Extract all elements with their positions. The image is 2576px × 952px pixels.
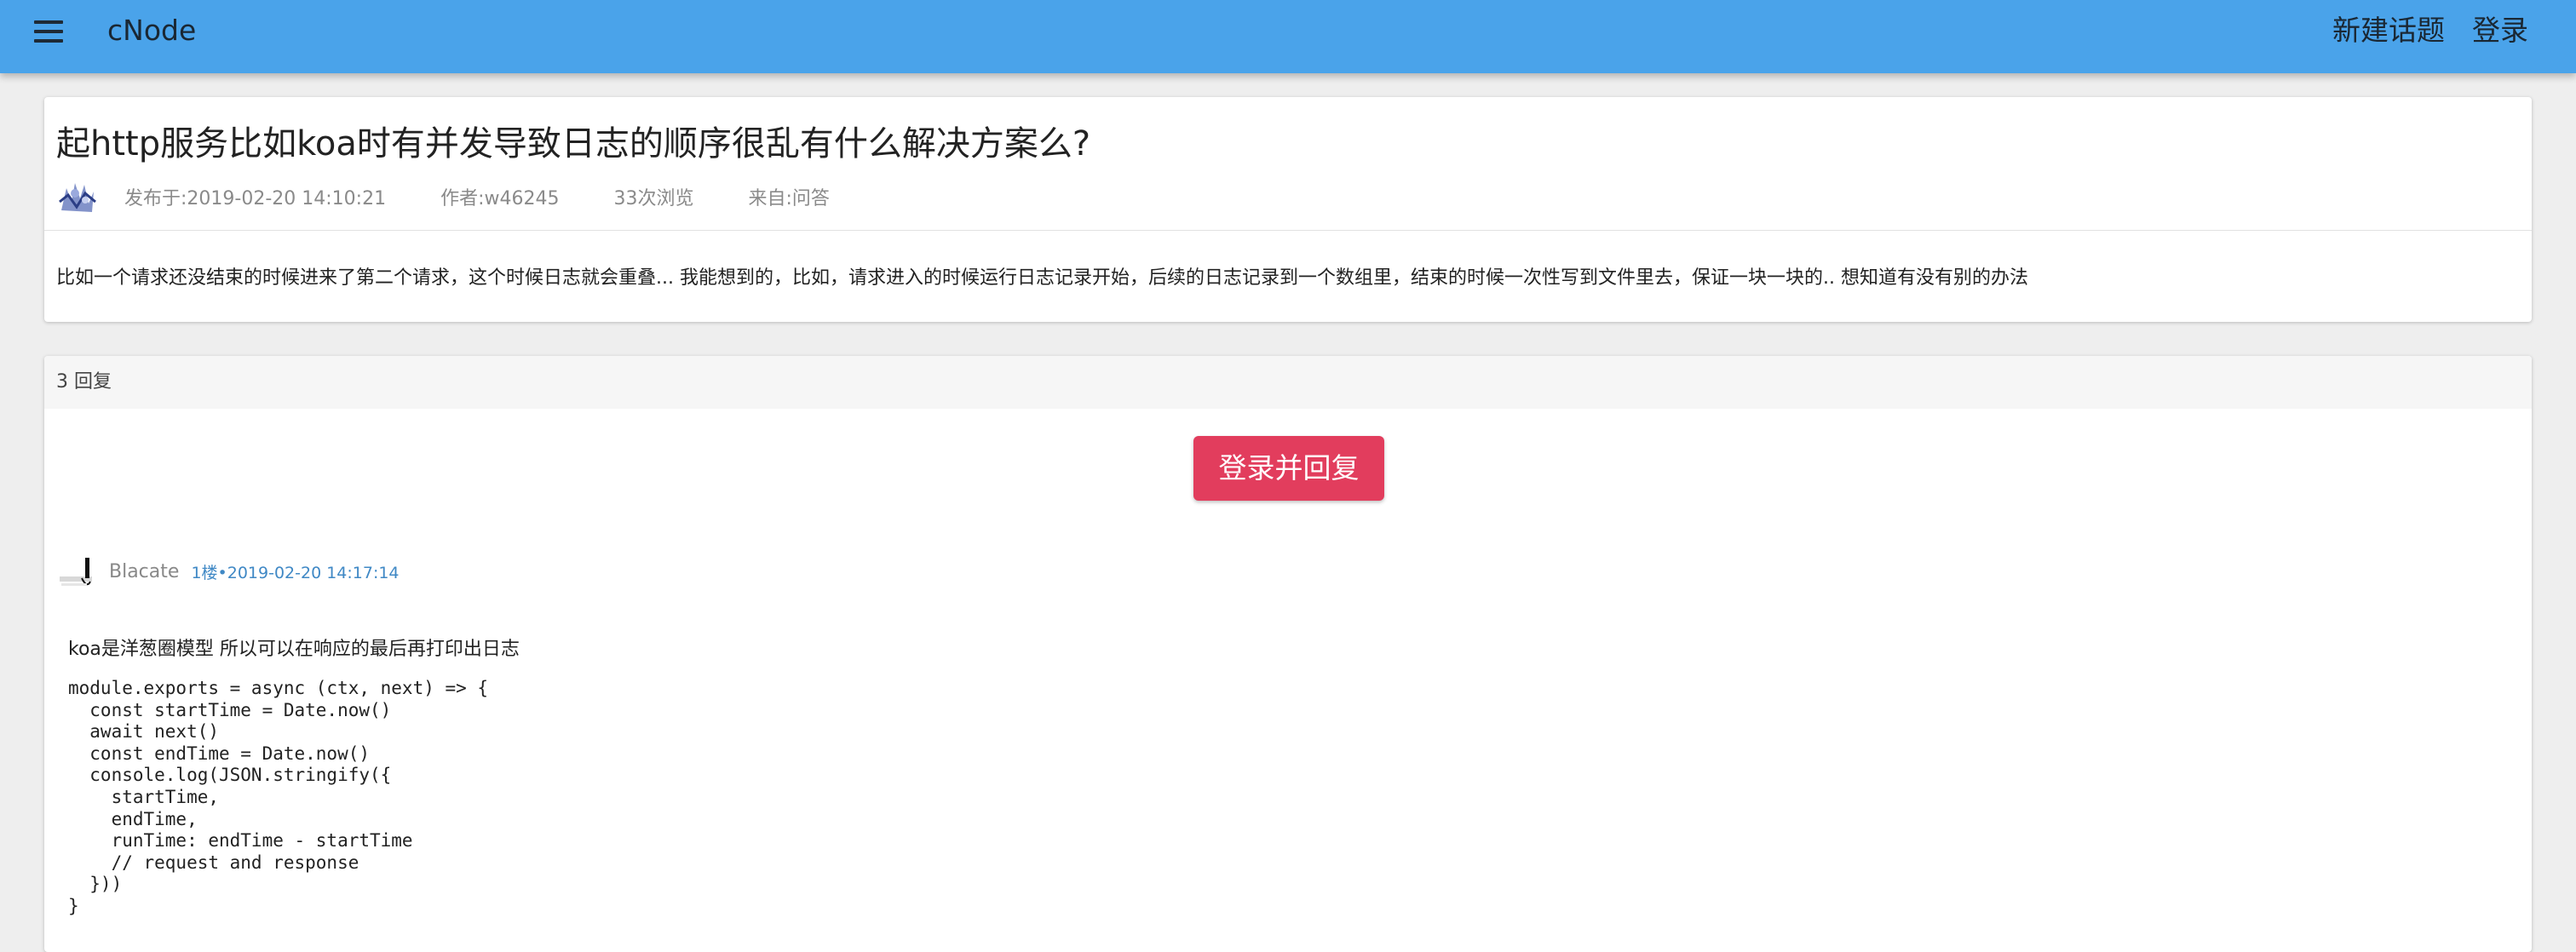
reply-header: Blacate 1楼•2019-02-20 14:17:14 <box>56 550 2510 593</box>
login-button[interactable]: 登录 <box>2472 10 2528 51</box>
topic-source: 来自:问答 <box>748 188 830 209</box>
topic-title: 起http服务比如koa时有并发导致日志的顺序很乱有什么解决方案么? <box>56 124 1091 163</box>
reply-author-avatar[interactable] <box>56 551 97 592</box>
new-topic-button[interactable]: 新建话题 <box>2332 10 2445 51</box>
reply-text: koa是洋葱圈模型 所以可以在响应的最后再打印出日志 <box>68 639 520 660</box>
view-count: 33次浏览 <box>613 188 694 209</box>
header-nav: 新建话题 登录 <box>2332 10 2528 51</box>
author-avatar[interactable] <box>56 176 97 217</box>
reply-item: Blacate 1楼•2019-02-20 14:17:14 koa是洋葱圈模型… <box>56 550 2510 916</box>
menu-icon[interactable] <box>34 20 63 43</box>
divider <box>44 230 2532 231</box>
topic-author[interactable]: 作者:w46245 <box>440 183 559 210</box>
topic-content: 比如一个请求还没结束的时候进来了第二个请求，这个时候日志就会重叠... 我能想到… <box>56 267 2028 289</box>
app-bar: cNode 新建话题 登录 <box>0 0 2576 73</box>
topic-card: 起http服务比如koa时有并发导致日志的顺序很乱有什么解决方案么? 发布于:2… <box>44 97 2532 322</box>
reply-floor-link[interactable]: 1楼•2019-02-20 14:17:14 <box>191 560 399 583</box>
publish-time: 发布于:2019-02-20 14:10:21 <box>124 188 387 209</box>
reply-count: 3 回复 <box>44 356 2532 409</box>
brand-logo[interactable]: cNode <box>107 12 196 49</box>
topic-meta: 发布于:2019-02-20 14:10:21 作者:w46245 33次浏览 … <box>56 175 884 218</box>
reply-author-name[interactable]: Blacate <box>109 561 179 582</box>
replies-card: 3 回复 登录并回复 Blacate 1楼•2019-02-20 14:17:1… <box>44 356 2532 952</box>
reply-code-block: module.exports = async (ctx, next) => { … <box>68 678 489 916</box>
login-and-reply-button[interactable]: 登录并回复 <box>1193 436 1384 501</box>
